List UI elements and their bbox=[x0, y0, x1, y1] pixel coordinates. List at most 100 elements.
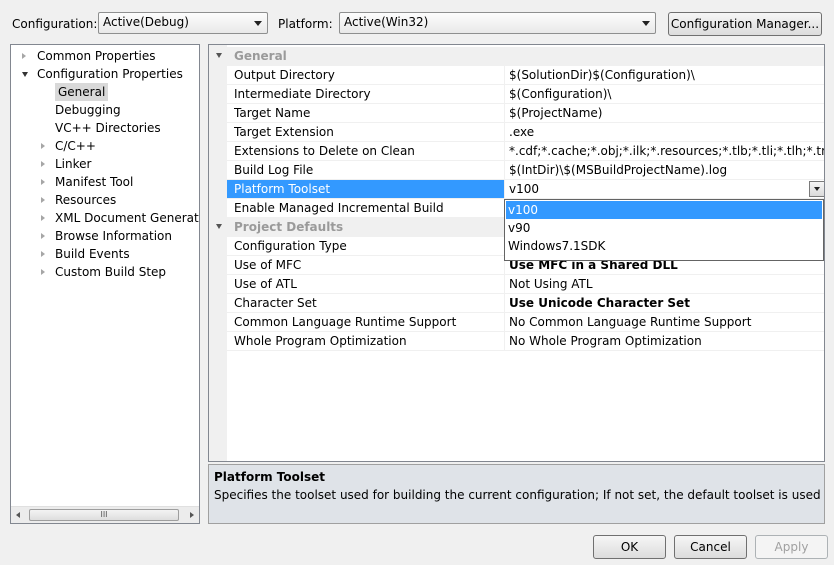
property-value: No Whole Program Optimization bbox=[509, 334, 702, 348]
grid-property-row[interactable]: Extensions to Delete on Clean *.cdf;*.cac… bbox=[209, 142, 824, 161]
property-name: Configuration Type bbox=[234, 239, 347, 253]
grid-category-row[interactable]: General bbox=[209, 47, 824, 66]
ok-button[interactable]: OK bbox=[593, 535, 666, 559]
property-value: *.cdf;*.cache;*.obj;*.ilk;*.resources;*.… bbox=[509, 144, 824, 158]
grid-property-row[interactable]: Platform Toolset v100 bbox=[209, 180, 824, 199]
property-value: $(Configuration)\ bbox=[509, 87, 612, 101]
collapsed-triangle-icon[interactable] bbox=[41, 197, 45, 203]
collapsed-triangle-icon[interactable] bbox=[41, 251, 45, 257]
description-panel: Platform Toolset Specifies the toolset u… bbox=[208, 464, 825, 524]
collapsed-triangle-icon[interactable] bbox=[41, 215, 45, 221]
property-name: Target Extension bbox=[234, 125, 334, 139]
description-text: Specifies the toolset used for building … bbox=[214, 488, 821, 502]
configuration-select[interactable]: Active(Debug) bbox=[98, 12, 268, 34]
grid-property-row[interactable]: Character Set Use Unicode Character Set bbox=[209, 294, 824, 313]
property-value[interactable]: v100 bbox=[509, 180, 824, 198]
platform-toolset-dropdown-button[interactable] bbox=[809, 181, 824, 197]
configuration-manager-button[interactable]: Configuration Manager... bbox=[668, 12, 822, 36]
platform-toolset-dropdown[interactable]: v100 v90 Windows7.1SDK bbox=[504, 199, 824, 261]
grid-property-row[interactable]: Intermediate Directory $(Configuration)\ bbox=[209, 85, 824, 104]
chevron-down-icon bbox=[814, 187, 820, 191]
platform-select[interactable]: Active(Win32) bbox=[339, 12, 656, 34]
property-value: No Common Language Runtime Support bbox=[509, 315, 752, 329]
property-name: Use of MFC bbox=[234, 258, 302, 272]
expanded-triangle-icon[interactable] bbox=[22, 72, 28, 77]
column-divider bbox=[504, 104, 505, 123]
tree-item-label: Browse Information bbox=[55, 229, 172, 243]
property-name: Enable Managed Incremental Build bbox=[234, 201, 444, 215]
tree-item-label: Linker bbox=[55, 157, 92, 171]
column-divider bbox=[504, 66, 505, 85]
platform-select-value: Active(Win32) bbox=[344, 15, 429, 29]
column-divider bbox=[504, 85, 505, 104]
tree-item-label: XML Document Generator bbox=[55, 211, 200, 225]
chevron-down-icon bbox=[254, 21, 262, 26]
tree-item-label: Manifest Tool bbox=[55, 175, 134, 189]
apply-button[interactable]: Apply bbox=[755, 535, 828, 559]
property-name: Output Directory bbox=[234, 68, 335, 82]
tree-item-label: Common Properties bbox=[37, 49, 156, 63]
grid-property-row[interactable]: Output Directory $(SolutionDir)$(Configur… bbox=[209, 66, 824, 85]
platform-label: Platform: bbox=[278, 17, 333, 31]
grid-property-row[interactable]: Use of ATL Not Using ATL bbox=[209, 275, 824, 294]
grid-property-row[interactable]: Common Language Runtime Support No Common… bbox=[209, 313, 824, 332]
column-divider bbox=[504, 275, 505, 294]
property-value: Not Using ATL bbox=[509, 277, 593, 291]
tree-item-label: Custom Build Step bbox=[55, 265, 167, 279]
configuration-select-value: Active(Debug) bbox=[103, 15, 189, 29]
tree-item-label: Build Events bbox=[55, 247, 130, 261]
dropdown-option[interactable]: v90 bbox=[506, 219, 822, 237]
column-divider bbox=[504, 294, 505, 313]
scroll-left-icon[interactable] bbox=[16, 512, 20, 518]
scroll-right-icon[interactable] bbox=[190, 512, 194, 518]
column-divider bbox=[504, 313, 505, 332]
tree-horizontal-scrollbar[interactable]: III bbox=[11, 506, 199, 523]
dropdown-option[interactable]: v100 bbox=[506, 201, 822, 219]
property-value: .exe bbox=[509, 125, 535, 139]
property-name: Project Defaults bbox=[234, 220, 344, 234]
property-name: Common Language Runtime Support bbox=[234, 315, 457, 329]
category-collapse-icon[interactable] bbox=[216, 224, 222, 229]
property-value: $(ProjectName) bbox=[509, 106, 603, 120]
property-name: Platform Toolset bbox=[227, 180, 504, 198]
row-divider bbox=[227, 350, 824, 351]
category-collapse-icon[interactable] bbox=[216, 53, 222, 58]
property-value: $(SolutionDir)$(Configuration)\ bbox=[509, 68, 695, 82]
property-tree[interactable]: III Common Properties Configuration Prope… bbox=[10, 44, 200, 524]
column-divider bbox=[504, 161, 505, 180]
column-divider bbox=[504, 123, 505, 142]
column-divider bbox=[504, 142, 505, 161]
grid-property-row[interactable]: Whole Program Optimization No Whole Progr… bbox=[209, 332, 824, 351]
scrollbar-thumb[interactable]: III bbox=[29, 509, 179, 521]
grid-property-row[interactable]: Target Name $(ProjectName) bbox=[209, 104, 824, 123]
grid-property-row[interactable]: Target Extension .exe bbox=[209, 123, 824, 142]
configuration-label: Configuration: bbox=[12, 17, 98, 31]
chevron-down-icon bbox=[642, 21, 650, 26]
property-name: Whole Program Optimization bbox=[234, 334, 407, 348]
column-divider bbox=[504, 180, 505, 199]
dropdown-option[interactable]: Windows7.1SDK bbox=[506, 237, 822, 255]
collapsed-triangle-icon[interactable] bbox=[41, 269, 45, 275]
property-name: Extensions to Delete on Clean bbox=[234, 144, 415, 158]
collapsed-triangle-icon[interactable] bbox=[41, 143, 45, 149]
tree-item-label: C/C++ bbox=[55, 139, 96, 153]
tree-item-label: VC++ Directories bbox=[55, 121, 161, 135]
collapsed-triangle-icon[interactable] bbox=[41, 161, 45, 167]
collapsed-triangle-icon[interactable] bbox=[22, 53, 26, 59]
tree-item-label: Resources bbox=[55, 193, 117, 207]
grid-property-row[interactable]: Build Log File $(IntDir)\$(MSBuildProject… bbox=[209, 161, 824, 180]
collapsed-triangle-icon[interactable] bbox=[41, 179, 45, 185]
tree-item-label: Configuration Properties bbox=[37, 67, 183, 81]
cancel-button[interactable]: Cancel bbox=[674, 535, 747, 559]
property-name: General bbox=[234, 49, 287, 63]
description-title: Platform Toolset bbox=[214, 470, 326, 484]
property-name: Use of ATL bbox=[234, 277, 297, 291]
property-value: Use Unicode Character Set bbox=[509, 296, 690, 310]
collapsed-triangle-icon[interactable] bbox=[41, 233, 45, 239]
tree-item-label: General bbox=[55, 83, 109, 101]
column-divider bbox=[504, 332, 505, 351]
property-name: Build Log File bbox=[234, 163, 314, 177]
property-value: $(IntDir)\$(MSBuildProjectName).log bbox=[509, 163, 728, 177]
property-name: Target Name bbox=[234, 106, 311, 120]
property-name: Intermediate Directory bbox=[234, 87, 371, 101]
